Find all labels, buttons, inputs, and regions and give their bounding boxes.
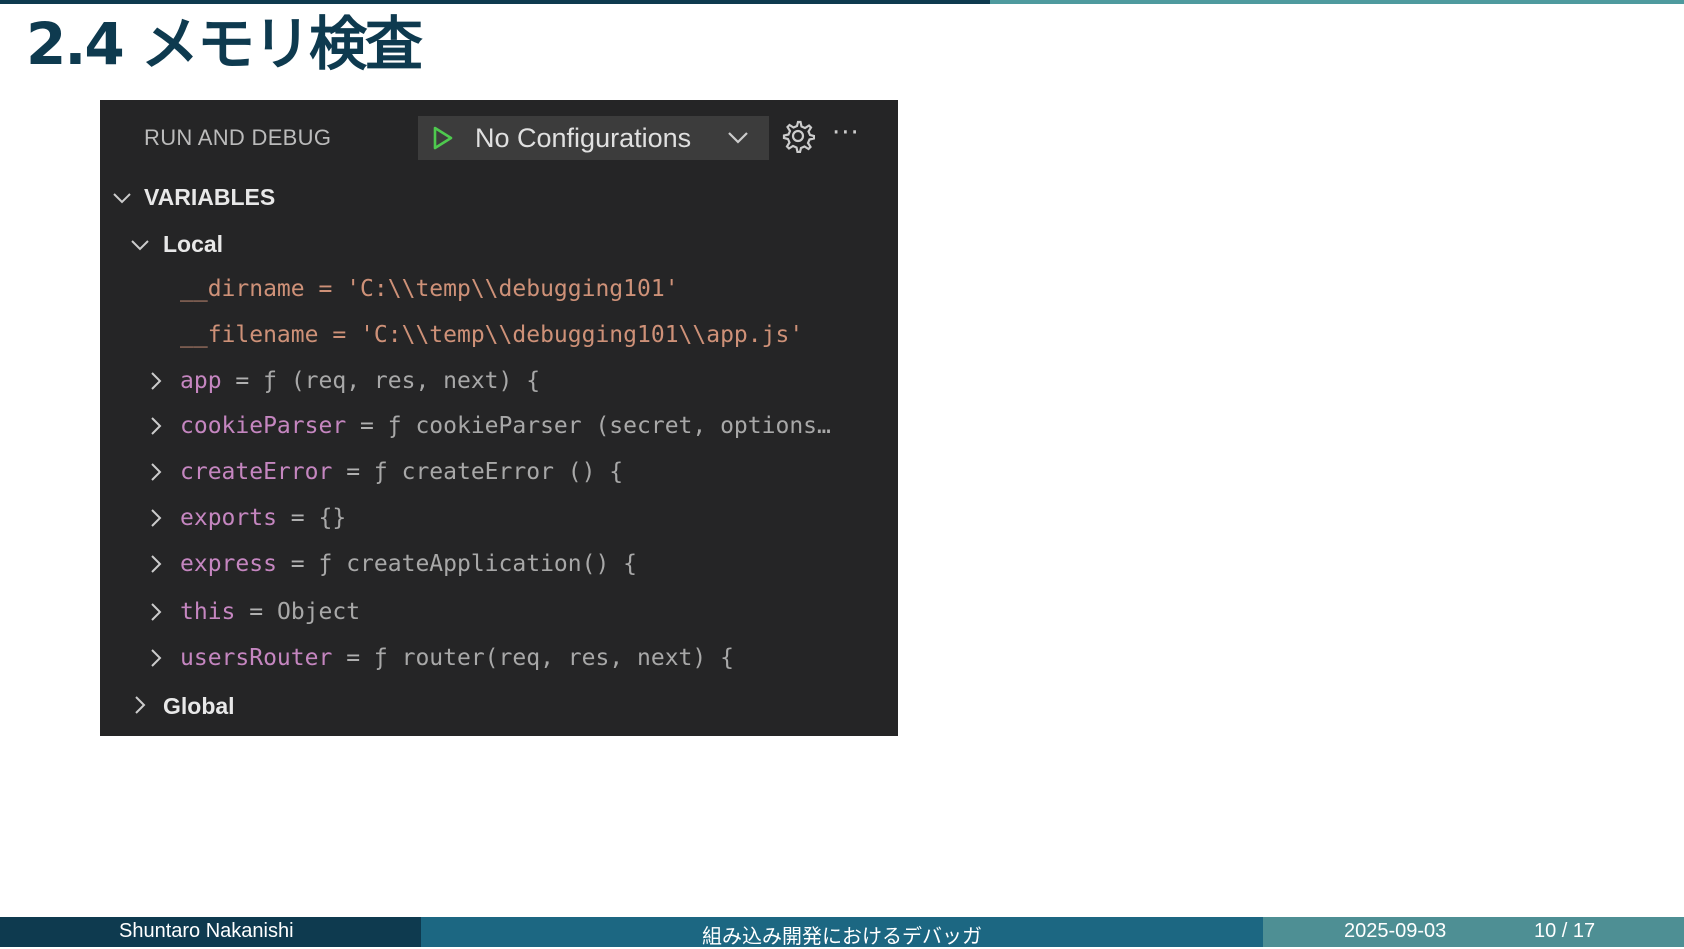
variable-equals: = (290, 505, 305, 531)
footer-talk-title: 組み込み開発におけるデバッガ (702, 926, 982, 948)
chevron-right-icon[interactable] (146, 508, 166, 528)
run-and-debug-panel: RUN AND DEBUG No Configurations ··· VARI… (100, 100, 898, 736)
variable-name: app (180, 368, 222, 394)
chevron-right-icon[interactable] (146, 462, 166, 482)
footer-date: 2025-09-03 (1344, 920, 1447, 942)
variable-equals: = (332, 322, 347, 348)
play-icon[interactable] (432, 126, 454, 150)
scope-global-label: Global (163, 693, 235, 719)
chevron-right-icon[interactable] (146, 371, 166, 391)
gear-icon[interactable] (781, 119, 815, 153)
variable-equals: = (360, 413, 374, 439)
configuration-label: No Configurations (475, 123, 692, 153)
variable-value: Object (276, 599, 361, 625)
variable-row[interactable]: cookieParser = ƒ cookieParser (secret, o… (100, 405, 898, 449)
panel-header: RUN AND DEBUG No Configurations ··· (100, 100, 898, 170)
variable-name: createError (180, 459, 333, 485)
scope-global[interactable]: Global (100, 684, 898, 728)
variable-value: 'C:\\temp\\debugging101\\app.js' (360, 322, 804, 348)
variable-equals: = (346, 645, 361, 671)
footer-segment-right (1263, 917, 1684, 947)
variable-equals: = (290, 551, 305, 577)
variable-row[interactable]: exports = {} (100, 497, 898, 541)
chevron-right-icon[interactable] (146, 416, 166, 436)
variable-equals: = (318, 276, 333, 302)
chevron-down-icon[interactable] (727, 129, 749, 147)
variable-value: ƒ (req, res, next) { (263, 368, 541, 394)
variable-name: this (180, 599, 236, 625)
variable-name: __dirname (180, 276, 305, 302)
chevron-right-icon[interactable] (130, 695, 150, 715)
variable-name: exports (180, 505, 277, 531)
variable-value: {} (318, 505, 347, 531)
variable-name: express (180, 551, 277, 577)
variable-row[interactable]: usersRouter = ƒ router(req, res, next) { (100, 637, 898, 681)
variable-row[interactable]: express = ƒ createApplication() { (100, 543, 898, 587)
variable-name: cookieParser (180, 413, 347, 439)
run-and-debug-title: RUN AND DEBUG (144, 125, 332, 150)
variable-row[interactable]: __filename = 'C:\\temp\\debugging101\\ap… (100, 314, 898, 358)
chevron-down-icon[interactable] (130, 235, 150, 255)
scope-local[interactable]: Local (100, 222, 898, 266)
chevron-down-icon[interactable] (112, 188, 132, 208)
slide-footer: Shuntaro Nakanishi 組み込み開発におけるデバッガ 2025-0… (0, 917, 1684, 948)
footer-author: Shuntaro Nakanishi (119, 920, 294, 942)
variable-equals: = (249, 599, 264, 625)
variable-equals: = (346, 459, 361, 485)
variable-row[interactable]: __dirname = 'C:\\temp\\debugging101' (100, 268, 898, 312)
variable-row[interactable]: this = Object (100, 591, 898, 635)
variable-value: ƒ router(req, res, next) { (373, 645, 734, 671)
chevron-right-icon[interactable] (146, 648, 166, 668)
variable-name: __filename (180, 322, 319, 348)
configuration-dropdown[interactable]: No Configurations (418, 116, 769, 160)
variable-name: usersRouter (180, 645, 333, 671)
chevron-right-icon[interactable] (146, 602, 166, 622)
chevron-right-icon[interactable] (146, 554, 166, 574)
footer-page-number: 10 / 17 (1534, 920, 1596, 942)
variable-row[interactable]: app = ƒ (req, res, next) { (100, 360, 898, 404)
variable-row[interactable]: createError = ƒ createError () { (100, 451, 898, 495)
more-actions-icon[interactable]: ··· (832, 120, 862, 147)
variable-value: ƒ cookieParser (secret, options… (387, 413, 831, 439)
scope-local-label: Local (163, 231, 224, 257)
variables-section-label: VARIABLES (144, 184, 276, 210)
top-accent-light (990, 0, 1684, 4)
variable-value: ƒ createError () { (373, 459, 624, 485)
variable-value: 'C:\\temp\\debugging101' (346, 276, 679, 302)
variable-value: ƒ createApplication() { (318, 551, 638, 577)
top-accent-bar (0, 0, 1684, 4)
slide-title: 2.4 メモリ検査 (26, 10, 423, 78)
variables-section-header[interactable]: VARIABLES (100, 175, 898, 219)
top-accent-dark (0, 0, 990, 4)
variable-equals: = (235, 368, 250, 394)
